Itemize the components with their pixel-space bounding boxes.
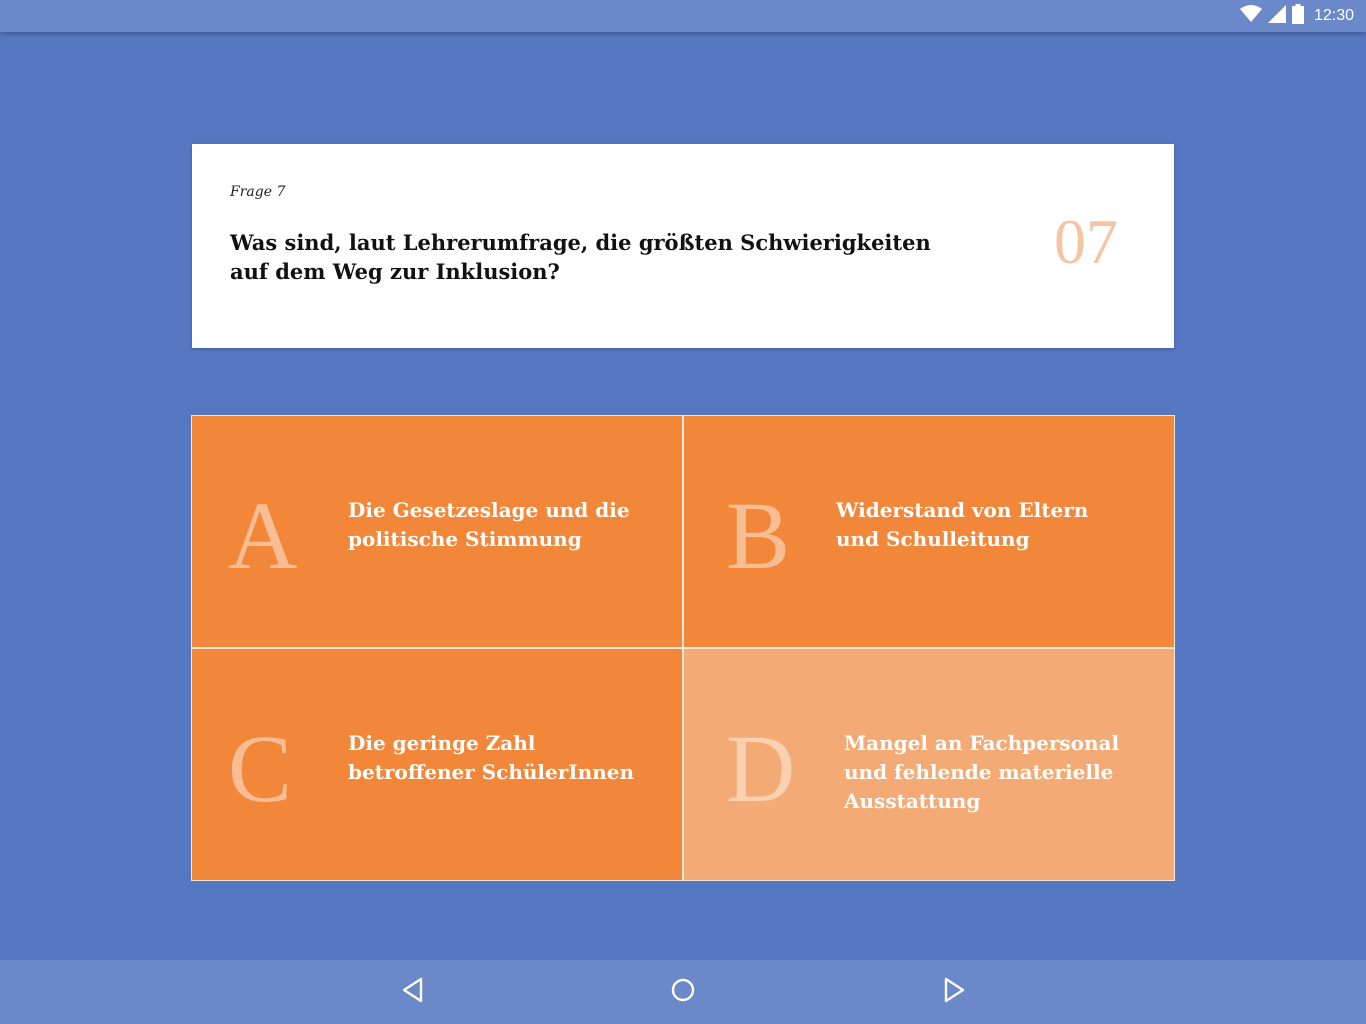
question-label: Frage 7 xyxy=(230,184,286,200)
forward-button[interactable] xyxy=(938,976,970,1008)
question-number: 07 xyxy=(1054,206,1118,277)
navigation-bar xyxy=(0,960,1366,1024)
answer-option-b[interactable]: B Widerstand von Eltern und Schulleitung xyxy=(684,416,1174,647)
status-icons: 12:30 xyxy=(1239,4,1354,28)
answer-option-d[interactable]: D Mangel an Fachpersonal und fehlende ma… xyxy=(684,649,1174,880)
battery-icon xyxy=(1291,4,1304,28)
back-triangle-icon xyxy=(401,977,425,1007)
answer-text: Mangel an Fachpersonal und fehlende mate… xyxy=(844,731,1120,813)
status-time: 12:30 xyxy=(1313,7,1354,24)
answer-text: Die Gesetzeslage und die politische Stim… xyxy=(348,498,630,551)
answer-grid: A Die Gesetzeslage und die politische St… xyxy=(191,415,1175,881)
home-button[interactable] xyxy=(667,976,699,1008)
status-bar: 12:30 xyxy=(0,0,1366,32)
back-button[interactable] xyxy=(397,976,429,1008)
answer-letter: C xyxy=(228,715,293,822)
wifi-icon xyxy=(1239,5,1262,27)
answer-text: Widerstand von Eltern und Schulleitung xyxy=(836,498,1089,551)
cell-signal-icon xyxy=(1267,5,1286,27)
forward-triangle-icon xyxy=(942,977,966,1007)
home-circle-icon xyxy=(670,977,696,1007)
answer-letter: B xyxy=(726,482,791,589)
question-card: Frage 7 Was sind, laut Lehrerumfrage, di… xyxy=(192,144,1174,348)
question-text: Was sind, laut Lehrerumfrage, die größte… xyxy=(230,230,931,284)
answer-letter: A xyxy=(228,482,298,589)
answer-option-c[interactable]: C Die geringe Zahl betroffener SchülerIn… xyxy=(192,649,682,880)
answer-letter: D xyxy=(726,715,796,822)
answer-text: Die geringe Zahl betroffener SchülerInne… xyxy=(348,731,634,784)
answer-option-a[interactable]: A Die Gesetzeslage und die politische St… xyxy=(192,416,682,647)
